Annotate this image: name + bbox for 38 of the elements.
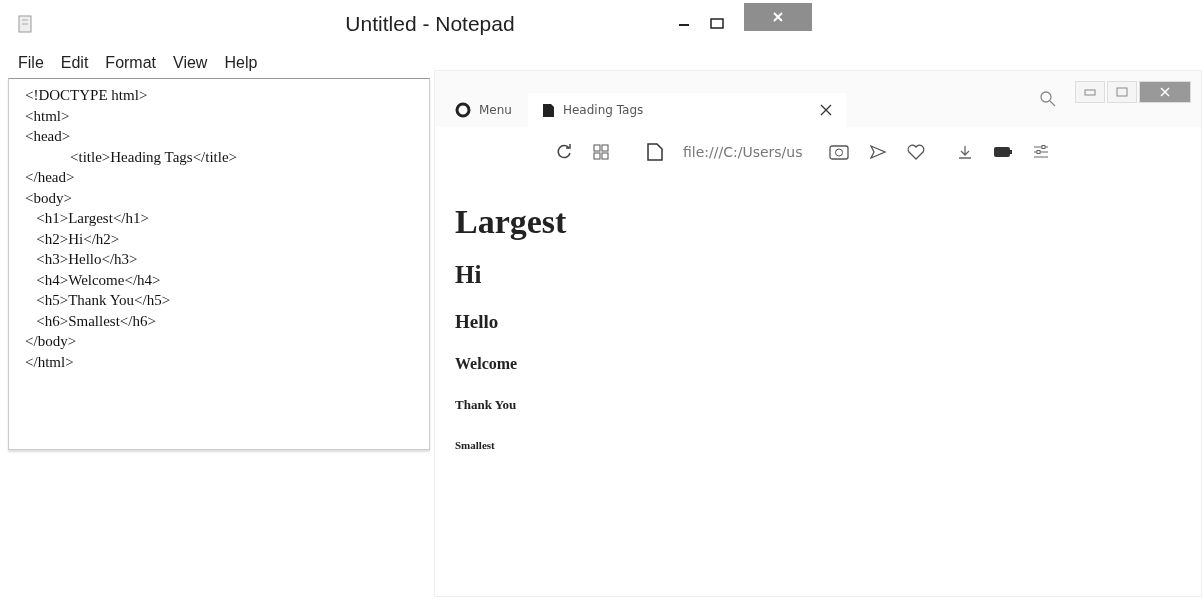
page-icon	[541, 102, 555, 118]
address-field[interactable]: file:///C:/Users/us	[683, 144, 803, 160]
heading-text: Thank You	[455, 397, 518, 413]
text-editor[interactable]: <!DOCTYPE html> <html> <head> <title>Heading Tags</title> </head> <body> <h1>Largest</h1> <h2>Hi</h2> <h3>Hello</h3> <h4>Welcome</h4> <h5>Thank You</h5> <h6>Smallest</h6> </body> </html>	[8, 78, 430, 450]
heading-text: Hello	[455, 311, 500, 333]
close-icon[interactable]	[819, 104, 832, 116]
menu-item[interactable]: Format	[105, 54, 157, 72]
battery-icon[interactable]	[992, 146, 1013, 158]
tab-title: Heading Tags	[562, 103, 645, 117]
send-icon[interactable]	[868, 144, 887, 160]
menu-item[interactable]: View	[173, 54, 208, 72]
code-text: <!DOCTYPE html> <html> <head> <title>Heading Tags</title> </head> <body> <h1>Largest</h1> <h2>Hi</h2> <h3>Hello</h3> <h4>Welcome</h4> <h5>Thank You</h5> <h6>Smallest</h6> </body> </html>	[25, 86, 239, 372]
search-icon[interactable]	[1039, 90, 1057, 108]
menu-item[interactable]: File	[18, 54, 44, 72]
menu-item[interactable]: Edit	[60, 54, 89, 72]
heading-text: Welcome	[455, 355, 519, 373]
reload-icon[interactable]	[555, 143, 573, 161]
window-title: Untitled - Notepad	[344, 12, 516, 36]
close-icon	[772, 11, 784, 23]
maximize-icon	[1116, 87, 1128, 97]
document-icon	[647, 143, 663, 161]
minimize-icon	[1084, 88, 1096, 96]
browser-tab[interactable]: Heading Tags	[527, 93, 846, 127]
maximize-icon[interactable]	[710, 18, 724, 30]
notepad-icon	[18, 15, 32, 33]
heading-text: Hi	[455, 261, 483, 289]
settings-icon[interactable]	[1032, 144, 1049, 160]
close-icon	[1159, 87, 1171, 97]
heading-text: Largest	[455, 203, 568, 241]
download-icon[interactable]	[956, 144, 973, 160]
heading-text: Smallest	[455, 439, 496, 451]
menu-item[interactable]: Help	[224, 54, 258, 72]
ring-icon	[455, 102, 471, 118]
camera-icon[interactable]	[828, 144, 849, 160]
heart-icon[interactable]	[906, 144, 925, 160]
close-button[interactable]	[744, 3, 812, 31]
menu-button[interactable]: Menu	[455, 102, 520, 118]
grid-icon[interactable]	[593, 144, 609, 160]
